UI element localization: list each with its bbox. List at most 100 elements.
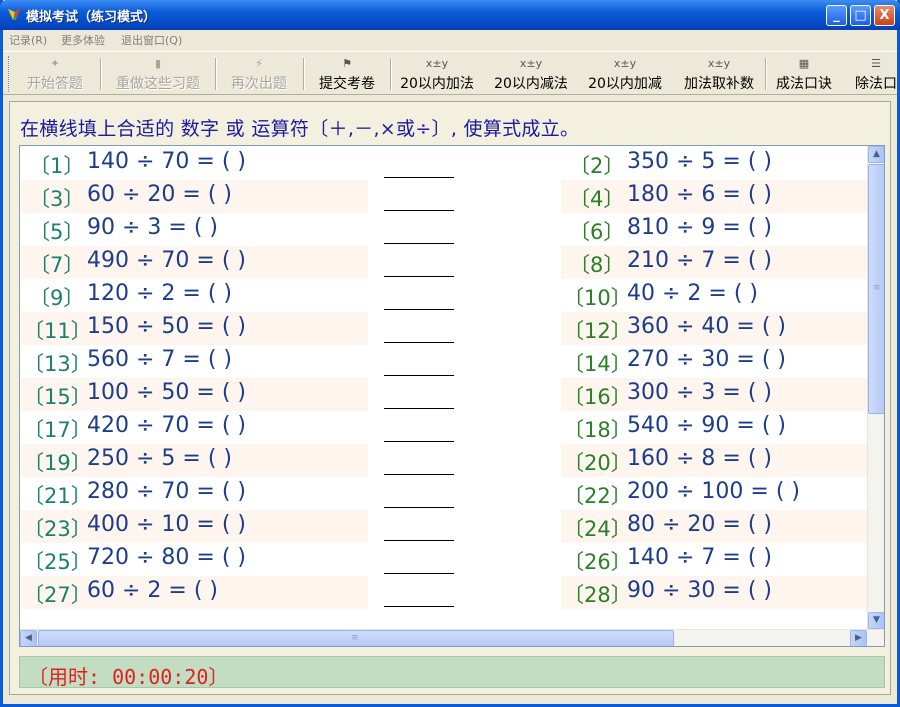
problem-cell-right: 〔22〕 200 ÷ 100 = ( ) (561, 477, 868, 510)
menu-bar: 记录(R) 更多体验 退出窗口(Q) (3, 30, 897, 50)
problem-number: 〔16〕 (563, 385, 632, 409)
scroll-right-button[interactable]: ▶ (850, 630, 867, 646)
toolbar-separator (303, 58, 305, 90)
problem-expression: 90 ÷ 30 = ( ) (627, 578, 772, 603)
toolbar-button-label: 再次出题 (231, 76, 287, 92)
answer-blank[interactable] (384, 248, 454, 277)
problem-cell-left: 〔23〕 400 ÷ 10 = ( ) (21, 510, 368, 543)
problem-number: 〔6〕 (569, 220, 625, 244)
toolbar-button-8[interactable]: ▦ 成法口诀 (768, 54, 840, 94)
toolbar-button-label: 除法口 (855, 76, 897, 92)
problem-cell-left: 〔9〕 120 ÷ 2 = ( ) (21, 279, 368, 312)
maximize-button[interactable]: □ (850, 5, 871, 26)
problem-expression: 100 ÷ 50 = ( ) (87, 380, 246, 405)
problem-cell-left: 〔3〕 60 ÷ 20 = ( ) (21, 180, 368, 213)
problem-cell-left: 〔19〕 250 ÷ 5 = ( ) (21, 444, 368, 477)
problem-number: 〔13〕 (23, 352, 92, 376)
minimize-button[interactable]: _ (826, 5, 847, 26)
toolbar-grip[interactable] (8, 56, 11, 92)
answer-blank[interactable] (384, 281, 454, 310)
problem-expression: 140 ÷ 70 = ( ) (87, 149, 246, 174)
menu-record[interactable]: 记录(R) (9, 32, 47, 48)
toolbar-button-6[interactable]: x±y 20以内加减 (581, 54, 669, 94)
menu-exit[interactable]: 退出窗口(Q) (121, 32, 182, 48)
answer-blank[interactable] (384, 545, 454, 574)
problem-row: 〔3〕 60 ÷ 20 = ( ) 〔4〕 180 ÷ 6 = ( ) (21, 180, 868, 213)
list-icon: ☰ (871, 57, 881, 70)
toolbar-button-label: 20以内加减 (588, 76, 662, 92)
problem-cell-left: 〔27〕 60 ÷ 2 = ( ) (21, 576, 368, 609)
problem-cell-right: 〔18〕 540 ÷ 90 = ( ) (561, 411, 868, 444)
horizontal-scroll-thumb[interactable]: ≡ (38, 630, 674, 646)
title-bar: 模拟考试（练习模式） _ □ X (0, 0, 900, 30)
toolbar-button-3[interactable]: ⚑ 提交考卷 (306, 54, 388, 94)
problem-row: 〔17〕 420 ÷ 70 = ( ) 〔18〕 540 ÷ 90 = ( ) (21, 411, 868, 444)
answer-blank[interactable] (384, 479, 454, 508)
toolbar-button-label: 20以内减法 (494, 76, 568, 92)
answer-blank[interactable] (384, 380, 454, 409)
thumb-grip: ≡ (873, 283, 881, 293)
problem-cell-right: 〔14〕 270 ÷ 30 = ( ) (561, 345, 868, 378)
answer-blank[interactable] (384, 149, 454, 178)
answer-blank[interactable] (384, 446, 454, 475)
problem-expression: 210 ÷ 7 = ( ) (627, 248, 772, 273)
answer-blank[interactable] (384, 182, 454, 211)
problem-number: 〔11〕 (23, 319, 92, 343)
problem-expression: 160 ÷ 8 = ( ) (627, 446, 772, 471)
problem-number: 〔27〕 (23, 583, 92, 607)
problem-number: 〔5〕 (29, 220, 85, 244)
vertical-scroll-thumb[interactable]: ≡ (868, 164, 884, 414)
answer-blank[interactable] (384, 578, 454, 607)
toolbar-button-0[interactable]: ✦ 开始答题 (13, 54, 97, 94)
toolbar-button-label: 成法口诀 (776, 76, 832, 92)
app-icon (8, 8, 20, 20)
problem-cell-left: 〔21〕 280 ÷ 70 = ( ) (21, 477, 368, 510)
answer-blank[interactable] (384, 314, 454, 343)
problem-cell-left: 〔17〕 420 ÷ 70 = ( ) (21, 411, 368, 444)
window-title: 模拟考试（练习模式） (26, 10, 157, 25)
answer-blank[interactable] (384, 215, 454, 244)
problem-number: 〔2〕 (569, 154, 625, 178)
problem-cell-left: 〔13〕 560 ÷ 7 = ( ) (21, 345, 368, 378)
answer-blank[interactable] (384, 512, 454, 541)
problem-expression: 360 ÷ 40 = ( ) (627, 314, 786, 339)
answer-blank[interactable] (384, 347, 454, 376)
xy-icon: x±y (613, 57, 637, 70)
problem-number: 〔20〕 (563, 451, 632, 475)
scroll-down-button[interactable]: ▼ (868, 612, 884, 629)
problem-row: 〔11〕 150 ÷ 50 = ( ) 〔12〕 360 ÷ 40 = ( ) (21, 312, 868, 345)
problem-row: 〔1〕 140 ÷ 70 = ( ) 〔2〕 350 ÷ 5 = ( ) (21, 147, 868, 180)
problem-expression: 140 ÷ 7 = ( ) (627, 545, 772, 570)
problem-expression: 150 ÷ 50 = ( ) (87, 314, 246, 339)
menu-more[interactable]: 更多体验 (61, 32, 105, 48)
xy-icon: x±y (425, 57, 449, 70)
exam-window: 模拟考试（练习模式） _ □ X 记录(R) 更多体验 退出窗口(Q) ✦ 开始答… (0, 0, 900, 707)
answer-blank[interactable] (384, 413, 454, 442)
toolbar-button-2[interactable]: ⚡ 再次出题 (218, 54, 300, 94)
problem-number: 〔14〕 (563, 352, 632, 376)
scroll-left-button[interactable]: ◀ (20, 630, 37, 646)
problem-cell-right: 〔8〕 210 ÷ 7 = ( ) (561, 246, 868, 279)
toolbar-button-4[interactable]: x±y 20以内加法 (393, 54, 481, 94)
problem-expression: 400 ÷ 10 = ( ) (87, 512, 246, 537)
horizontal-scrollbar[interactable]: ◀ ≡ ▶ (20, 629, 884, 646)
close-button[interactable]: X (874, 5, 895, 26)
problem-list[interactable]: 〔1〕 140 ÷ 70 = ( ) 〔2〕 350 ÷ 5 = ( ) 〔3〕 60 ÷… (19, 145, 885, 647)
toolbar-button-7[interactable]: x±y 加法取补数 (675, 54, 763, 94)
vertical-scrollbar[interactable]: ▲ ≡ ▼ (867, 146, 884, 629)
toolbar-separator (100, 58, 102, 90)
toolbar-button-label: 加法取补数 (684, 76, 754, 92)
toolbar-button-5[interactable]: x±y 20以内减法 (487, 54, 575, 94)
problem-cell-right: 〔10〕 40 ÷ 2 = ( ) (561, 279, 868, 312)
toolbar-separator (765, 58, 767, 90)
problem-rows: 〔1〕 140 ÷ 70 = ( ) 〔2〕 350 ÷ 5 = ( ) 〔3〕 60 ÷… (21, 147, 868, 628)
calculator-icon: ▦ (798, 57, 810, 70)
problem-cell-right: 〔12〕 360 ÷ 40 = ( ) (561, 312, 868, 345)
problem-number: 〔26〕 (563, 550, 632, 574)
problem-number: 〔17〕 (23, 418, 92, 442)
problem-expression: 540 ÷ 90 = ( ) (627, 413, 786, 438)
toolbar-button-1[interactable]: ▮ 重做这些习题 (103, 54, 213, 94)
toolbar-button-9[interactable]: ☰ 除法口 (846, 54, 897, 94)
problem-expression: 250 ÷ 5 = ( ) (87, 446, 232, 471)
scroll-up-button[interactable]: ▲ (868, 146, 884, 163)
